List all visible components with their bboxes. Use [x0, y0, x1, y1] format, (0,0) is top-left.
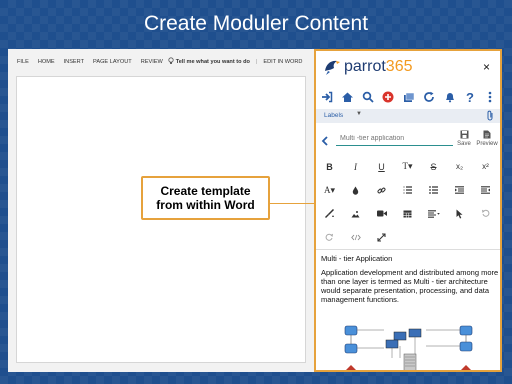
lightbulb-icon: [168, 57, 174, 67]
highlight-drop-icon[interactable]: [343, 180, 368, 200]
ribbon-tab-home[interactable]: HOME: [38, 59, 55, 65]
word-ribbon: FILE HOME INSERT PAGE LAYOUT REVIEW Tell…: [8, 53, 314, 71]
format-row-1: B I U T▾ S x₂ x²: [316, 155, 500, 179]
format-row-4: [316, 226, 500, 250]
attachment-icon[interactable]: [486, 110, 494, 123]
help-icon[interactable]: ?: [461, 89, 480, 105]
title-input[interactable]: [336, 131, 453, 146]
preview-button[interactable]: Preview: [476, 130, 498, 147]
slide-title: Create Moduler Content: [143, 12, 369, 35]
strikethrough-button[interactable]: S: [421, 157, 446, 177]
editor-content[interactable]: Multi - tier Application Application dev…: [316, 249, 500, 370]
bell-icon[interactable]: [440, 89, 459, 105]
addin-toolbar: ?: [316, 87, 500, 107]
parrot365-logo: parrot365: [322, 57, 413, 77]
brand-prefix: parrot: [344, 58, 386, 75]
server-icon: [403, 353, 417, 370]
callout-connector: [270, 203, 316, 204]
labels-tab[interactable]: Labels: [324, 112, 343, 119]
refresh-icon[interactable]: [420, 89, 439, 105]
font-size-button[interactable]: T▾: [395, 157, 420, 177]
code-view-icon[interactable]: [343, 227, 368, 247]
superscript-button[interactable]: x²: [473, 157, 498, 177]
save-icon: [460, 130, 468, 139]
callout-line-2: from within Word: [156, 198, 255, 212]
bold-button[interactable]: B: [317, 157, 342, 177]
subscript-button[interactable]: x₂: [447, 157, 472, 177]
redo-icon[interactable]: [317, 227, 342, 247]
back-arrow-icon[interactable]: [321, 133, 329, 151]
brand-suffix: 365: [385, 58, 413, 75]
add-icon[interactable]: [379, 89, 398, 105]
preview-label: Preview: [476, 141, 498, 147]
home-icon[interactable]: [338, 89, 357, 105]
format-row-2: A▾: [316, 179, 500, 203]
ribbon-tab-insert[interactable]: INSERT: [64, 59, 84, 65]
align-dropdown-icon[interactable]: [421, 204, 446, 224]
content-heading: Multi - tier Application: [321, 254, 393, 263]
numbered-list-icon[interactable]: [395, 180, 420, 200]
fullscreen-icon[interactable]: [369, 227, 394, 247]
edit-in-word-button[interactable]: EDIT IN WORD: [263, 59, 302, 65]
parrot-icon: [325, 60, 340, 75]
ribbon-separator: |: [255, 59, 258, 65]
ribbon-tab-file[interactable]: FILE: [17, 59, 29, 65]
indent-icon[interactable]: [473, 180, 498, 200]
labels-bar: Labels ▼: [316, 109, 500, 123]
undo-icon[interactable]: [473, 204, 498, 224]
video-icon[interactable]: [369, 204, 394, 224]
parrot365-addin-panel: parrot365 × ? Labels ▼ Save Preview B: [314, 49, 502, 372]
sign-in-icon[interactable]: [318, 89, 337, 105]
save-label: Save: [457, 141, 471, 147]
ribbon-tab-page-layout[interactable]: PAGE LAYOUT: [93, 59, 132, 65]
save-button[interactable]: Save: [457, 130, 471, 147]
labels-dropdown-icon[interactable]: ▼: [356, 111, 362, 117]
database-icon-left: [344, 325, 358, 354]
search-icon[interactable]: [358, 89, 377, 105]
italic-button[interactable]: I: [343, 157, 368, 177]
client-computers-icon: [385, 328, 422, 349]
database-icon-right: [459, 325, 473, 352]
content-paragraph: Application development and distributed …: [321, 268, 499, 304]
preview-icon: [483, 130, 491, 139]
more-vertical-icon[interactable]: [481, 89, 500, 105]
stack-icon[interactable]: [399, 89, 418, 105]
close-button[interactable]: ×: [483, 60, 490, 74]
paint-brush-icon[interactable]: [317, 204, 342, 224]
multi-tier-diagram-image: [344, 325, 473, 370]
tell-me-field[interactable]: Tell me what you want to do: [176, 59, 250, 65]
image-icon[interactable]: [343, 204, 368, 224]
callout-box: Create template from within Word: [141, 176, 270, 220]
outdent-icon[interactable]: [447, 180, 472, 200]
cursor-icon[interactable]: [447, 204, 472, 224]
addin-header: parrot365 ×: [316, 51, 500, 85]
format-row-3: [316, 202, 500, 226]
ribbon-tab-review[interactable]: REVIEW: [141, 59, 163, 65]
table-icon[interactable]: [395, 204, 420, 224]
format-toolbar: B I U T▾ S x₂ x² A▾: [316, 155, 500, 249]
underline-button[interactable]: U: [369, 157, 394, 177]
font-color-button[interactable]: A▾: [317, 180, 342, 200]
title-row: Save Preview: [316, 127, 500, 151]
bulleted-list-icon[interactable]: [421, 180, 446, 200]
callout-line-1: Create template: [160, 184, 251, 198]
link-icon[interactable]: [369, 180, 394, 200]
